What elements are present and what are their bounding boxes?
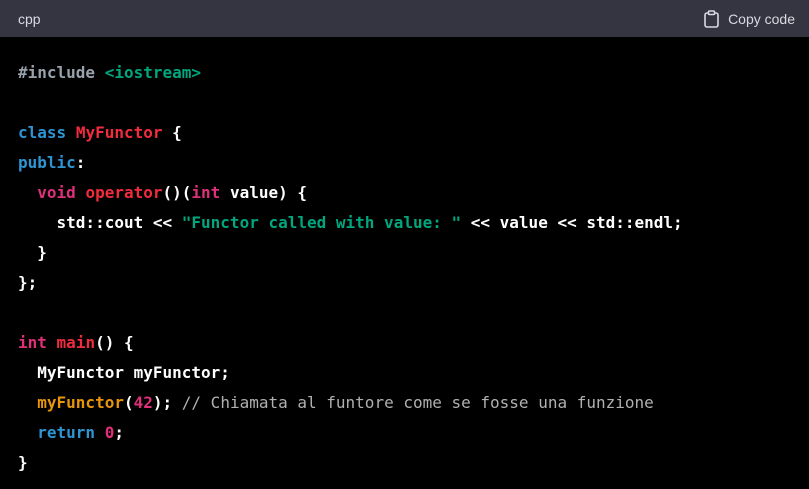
code-token: MyFunctor — [75, 123, 163, 142]
code-content: #include <iostream> class MyFunctor {publ… — [0, 37, 809, 478]
code-token: "Functor called with value: " — [181, 213, 462, 232]
code-token: ; — [114, 423, 124, 442]
clipboard-icon — [703, 9, 720, 28]
code-token: public — [18, 153, 76, 172]
code-line: int main() { — [18, 328, 791, 358]
code-line: } — [18, 448, 791, 478]
code-line: std::cout << "Functor called with value:… — [18, 208, 791, 238]
code-line: #include <iostream> — [18, 58, 791, 88]
code-token: int — [18, 333, 47, 352]
code-token: ()( — [162, 183, 192, 202]
code-token: } — [18, 453, 28, 472]
code-token: MyFunctor myFunctor; — [18, 363, 230, 382]
code-line: void operator()(int value) { — [18, 178, 791, 208]
code-block: cpp Copy code #include <iostream> class M… — [0, 0, 809, 489]
code-token: value) { — [220, 183, 308, 202]
code-line: class MyFunctor { — [18, 118, 791, 148]
code-token: }; — [18, 273, 38, 292]
code-line: }; — [18, 268, 791, 298]
code-token: myFunctor — [37, 393, 124, 412]
code-token: void — [37, 183, 76, 202]
copy-code-button[interactable]: Copy code — [703, 9, 795, 28]
code-token: class — [18, 123, 67, 142]
code-token: // Chiamata al funtore come se fosse una… — [181, 393, 654, 412]
code-token: { — [162, 123, 182, 142]
code-token: <iostream> — [104, 63, 202, 82]
code-token: ); — [152, 393, 182, 412]
code-token: main — [56, 333, 96, 352]
code-token: << value << std::endl; — [461, 213, 683, 232]
code-token: 42 — [133, 393, 153, 412]
language-label: cpp — [18, 10, 41, 27]
code-token: : — [75, 153, 86, 172]
code-line: return 0; — [18, 418, 791, 448]
code-block-header: cpp Copy code — [0, 0, 809, 37]
code-line: myFunctor(42); // Chiamata al funtore co… — [18, 388, 791, 418]
code-token: 0 — [104, 423, 115, 442]
copy-code-label: Copy code — [728, 10, 795, 27]
code-token: int — [191, 183, 221, 202]
code-token: } — [18, 243, 47, 262]
code-line: } — [18, 238, 791, 268]
code-token: return — [37, 423, 96, 442]
code-token: #include — [18, 63, 96, 82]
code-token: () { — [95, 333, 134, 352]
code-token: std::cout << — [18, 213, 182, 232]
code-line: public: — [18, 148, 791, 178]
code-token: ( — [123, 393, 134, 412]
code-line: MyFunctor myFunctor; — [18, 358, 791, 388]
code-token: operator — [85, 183, 163, 202]
